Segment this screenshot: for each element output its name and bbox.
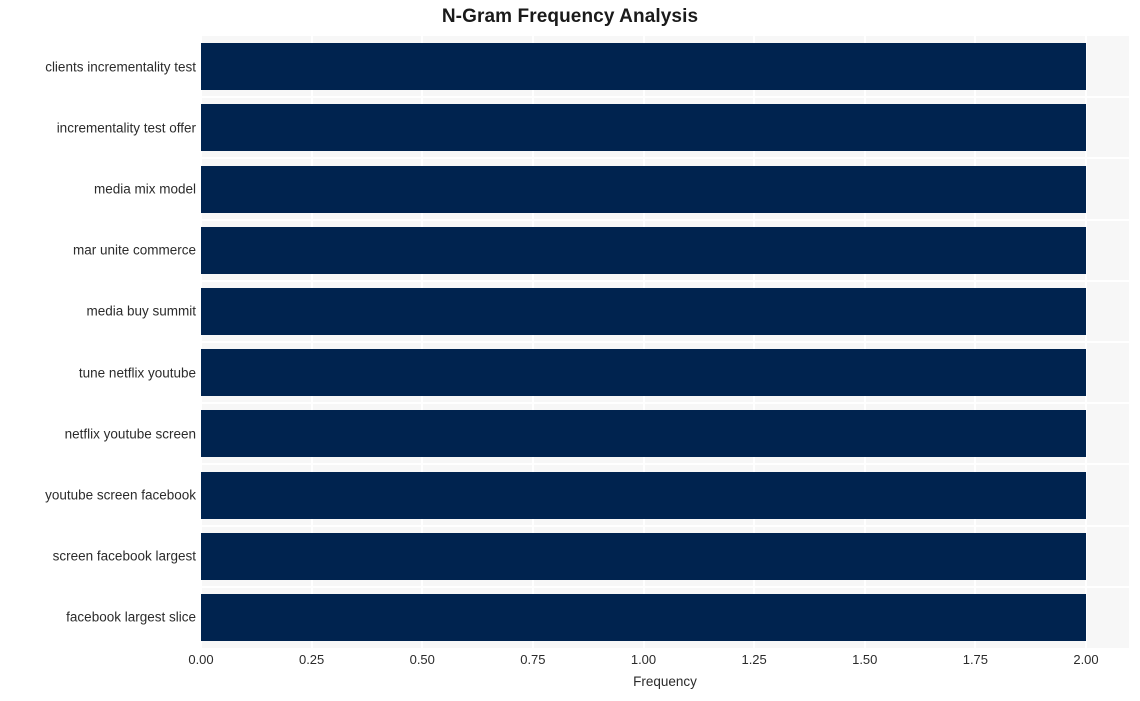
bar: [201, 532, 1086, 580]
x-tick-label: 0.75: [520, 652, 546, 667]
y-tick-label: screen facebook largest: [52, 548, 196, 564]
chart-figure: N-Gram Frequency Analysis clients increm…: [0, 0, 1140, 701]
x-tick-label: 1.00: [630, 652, 657, 667]
x-tick-label: 0.00: [188, 652, 214, 667]
y-gridline: [201, 585, 1129, 588]
y-tick-label: media mix model: [93, 181, 196, 197]
bar: [201, 43, 1086, 91]
y-tick-label: mar unite commerce: [72, 242, 196, 258]
bar: [201, 165, 1086, 213]
bar: [201, 410, 1086, 458]
x-axis-label: Frequency: [633, 674, 697, 689]
y-gridline: [201, 96, 1129, 99]
y-tick-label: incrementality test offer: [56, 120, 196, 136]
x-tick-label: 0.50: [409, 652, 435, 667]
y-gridline: [201, 524, 1129, 527]
bar: [201, 226, 1086, 274]
bar: [201, 471, 1086, 519]
x-tick-label: 1.75: [962, 652, 989, 667]
y-gridline: [201, 463, 1129, 466]
y-axis-tick-labels: clients incrementality test incrementalit…: [0, 36, 196, 648]
x-axis-tick-labels: 0.00 0.25 0.50 0.75 1.00 1.25 1.50 1.75 2.00: [188, 652, 1129, 672]
y-tick-label: media buy summit: [86, 303, 196, 319]
y-gridline: [201, 157, 1129, 160]
plot-area: [201, 36, 1129, 648]
bar: [201, 349, 1086, 397]
y-tick-label: clients incrementality test: [45, 59, 196, 75]
y-gridline: [201, 218, 1129, 221]
y-tick-label: facebook largest slice: [66, 609, 196, 625]
y-tick-label: netflix youtube screen: [64, 426, 196, 442]
y-gridline: [201, 279, 1129, 282]
x-tick-label: 1.50: [852, 652, 878, 667]
bar: [201, 287, 1086, 335]
y-gridline: [201, 341, 1129, 343]
bar: [201, 104, 1086, 152]
page-title: N-Gram Frequency Analysis: [441, 6, 699, 27]
x-tick-label: 2.00: [1073, 652, 1099, 667]
x-tick-label: 1.25: [741, 652, 767, 667]
x-tick-label: 0.25: [298, 652, 325, 667]
y-tick-label: youtube screen facebook: [45, 487, 196, 503]
y-tick-label: tune netflix youtube: [78, 365, 196, 381]
bar: [201, 593, 1086, 641]
y-gridline: [201, 402, 1129, 405]
